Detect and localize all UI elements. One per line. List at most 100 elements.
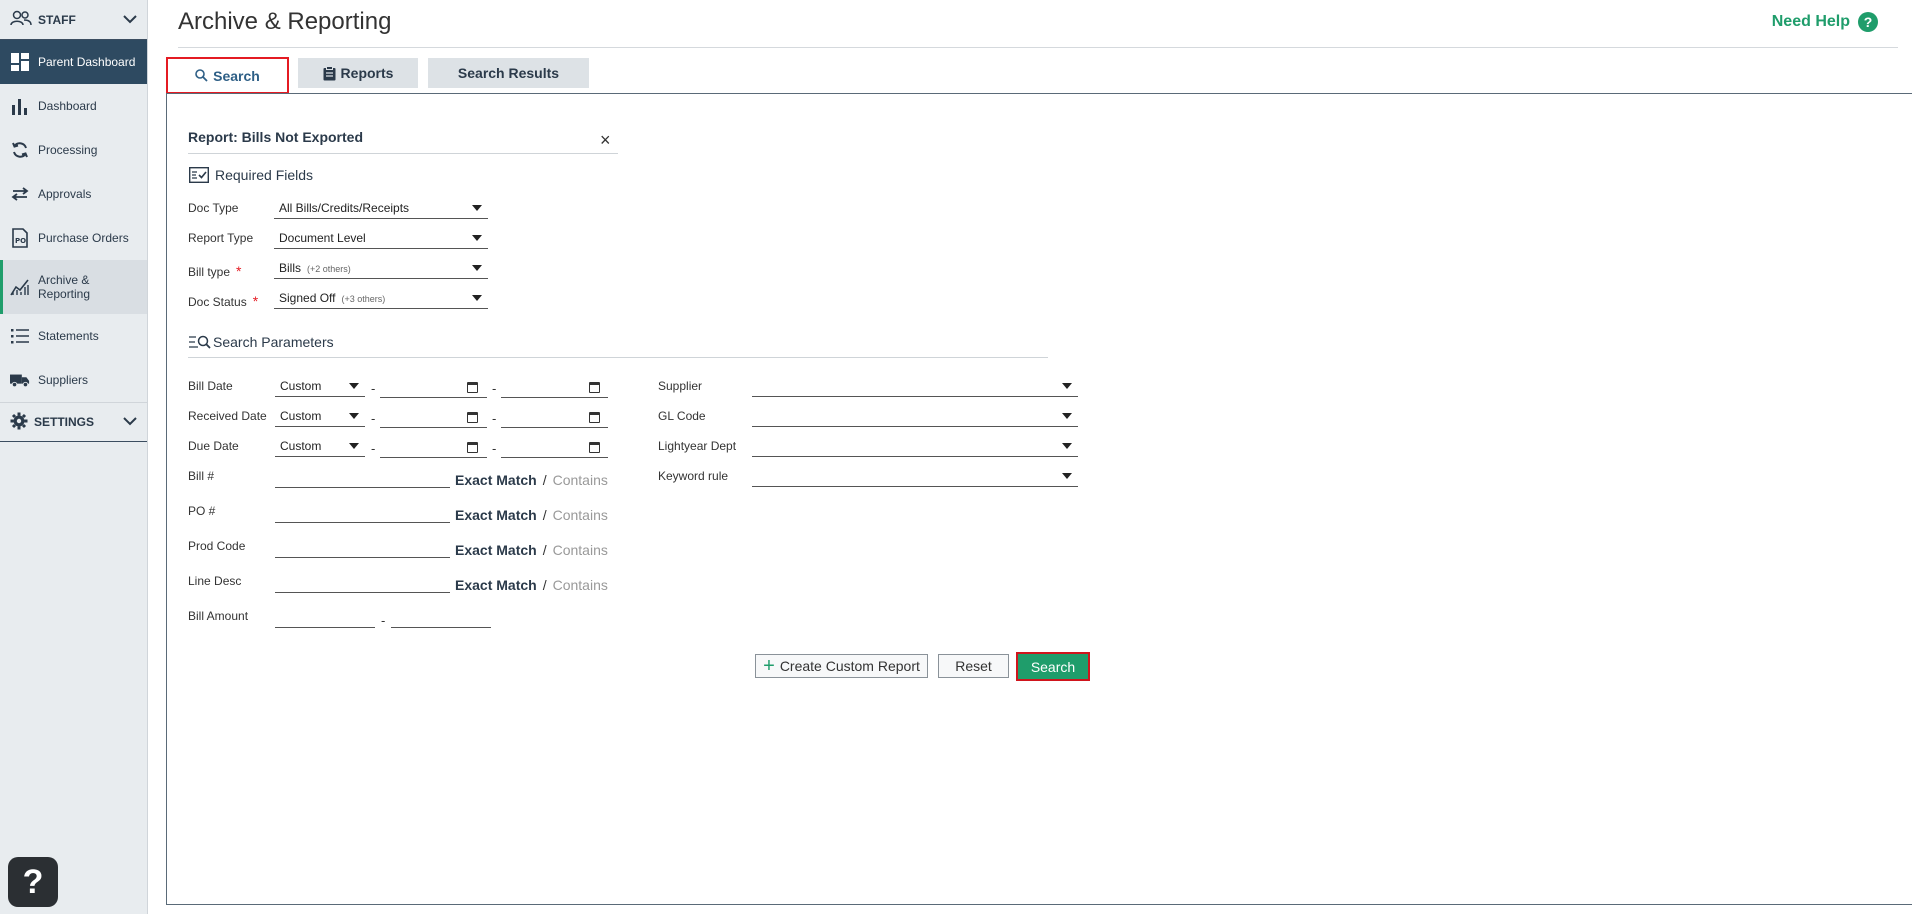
- exact-match-option[interactable]: Exact Match: [455, 472, 537, 488]
- bill-number-input[interactable]: [275, 487, 450, 488]
- bill-date-label: Bill Date: [188, 379, 233, 393]
- calendar-icon[interactable]: [589, 442, 600, 453]
- create-custom-report-button[interactable]: + Create Custom Report: [755, 654, 928, 678]
- header-divider: [178, 47, 1898, 48]
- due-date-from-input[interactable]: [380, 457, 487, 458]
- bill-date-from-input[interactable]: [380, 397, 487, 398]
- caret-down-icon: [349, 382, 359, 389]
- select-value-text: Signed Off: [279, 290, 336, 305]
- select-value: Document Level: [279, 230, 366, 245]
- tab-search[interactable]: Search: [166, 57, 289, 94]
- tab-label: Reports: [340, 65, 394, 81]
- plus-icon: +: [763, 655, 775, 677]
- caret-down-icon: [472, 204, 482, 211]
- search-button[interactable]: Search: [1016, 652, 1090, 681]
- required-marker: *: [252, 293, 259, 309]
- search-label: Search: [1030, 658, 1076, 675]
- calendar-icon[interactable]: [467, 382, 478, 393]
- line-chart-icon: [10, 277, 30, 297]
- exact-match-option[interactable]: Exact Match: [455, 507, 537, 523]
- help-fab-button[interactable]: ?: [8, 857, 58, 907]
- users-icon: [10, 10, 32, 29]
- select-value: All Bills/Credits/Receipts: [279, 200, 410, 215]
- supplier-select[interactable]: [752, 375, 1078, 397]
- keyword-rule-select[interactable]: [752, 465, 1078, 487]
- doc-status-label: Doc Status *: [188, 293, 258, 309]
- staff-group-toggle[interactable]: STAFF: [0, 0, 147, 40]
- bill-amount-label: Bill Amount: [188, 609, 249, 623]
- lightyear-dept-select[interactable]: [752, 435, 1078, 457]
- received-date-to-input[interactable]: [501, 427, 608, 428]
- bill-amount-min-input[interactable]: [275, 627, 375, 628]
- settings-group-toggle[interactable]: SETTINGS: [0, 402, 147, 442]
- doc-type-select[interactable]: All Bills/Credits/Receipts: [274, 197, 488, 219]
- bill-date-to-input[interactable]: [501, 397, 608, 398]
- range-dash: -: [381, 613, 386, 628]
- prod-code-input[interactable]: [275, 557, 450, 558]
- calendar-icon[interactable]: [589, 412, 600, 423]
- chevron-down-icon: [123, 415, 137, 429]
- tab-reports[interactable]: Reports: [298, 58, 418, 88]
- search-icon: [195, 69, 208, 82]
- select-extra-count: (+2 others): [307, 263, 351, 274]
- match-separator: /: [542, 507, 547, 523]
- search-parameters-heading: Search Parameters: [189, 334, 334, 350]
- settings-label: SETTINGS: [34, 415, 95, 429]
- line-desc-input[interactable]: [275, 592, 450, 593]
- bill-type-select[interactable]: Bills (+2 others): [274, 257, 488, 279]
- sidebar-item-approvals[interactable]: Approvals: [0, 172, 147, 216]
- prod-code-match-toggle: Exact Match / Contains: [455, 542, 608, 558]
- search-list-icon: [189, 334, 211, 350]
- tab-search-results[interactable]: Search Results: [428, 58, 589, 88]
- exact-match-option[interactable]: Exact Match: [455, 542, 537, 558]
- sidebar-item-suppliers[interactable]: Suppliers: [0, 358, 147, 402]
- calendar-icon[interactable]: [467, 412, 478, 423]
- bill-amount-max-input[interactable]: [391, 627, 491, 628]
- due-date-range-select[interactable]: Custom: [275, 435, 365, 457]
- caret-down-icon: [472, 234, 482, 241]
- bill-type-label: Bill type *: [188, 263, 241, 279]
- sidebar-item-label: Processing: [38, 143, 98, 157]
- sidebar-item-purchase-orders[interactable]: PO Purchase Orders: [0, 216, 147, 260]
- sidebar-item-statements[interactable]: Statements: [0, 314, 147, 358]
- contains-option[interactable]: Contains: [553, 577, 608, 593]
- select-value: Custom: [280, 408, 322, 423]
- sidebar-item-processing[interactable]: Processing: [0, 128, 147, 172]
- reset-button[interactable]: Reset: [938, 654, 1009, 678]
- report-type-select[interactable]: Document Level: [274, 227, 488, 249]
- doc-status-select[interactable]: Signed Off (+3 others): [274, 287, 488, 309]
- due-date-to-input[interactable]: [501, 457, 608, 458]
- contains-option[interactable]: Contains: [553, 507, 608, 523]
- bill-number-label: Bill #: [188, 469, 215, 483]
- gl-code-select[interactable]: [752, 405, 1078, 427]
- close-icon[interactable]: ×: [600, 130, 611, 151]
- params-divider: [188, 357, 1048, 358]
- sidebar-item-archive-reporting[interactable]: Archive & Reporting: [0, 260, 147, 314]
- create-custom-report-label: Create Custom Report: [779, 658, 920, 674]
- sidebar-item-dashboard[interactable]: Dashboard: [0, 84, 147, 128]
- line-desc-match-toggle: Exact Match / Contains: [455, 577, 608, 593]
- calendar-icon[interactable]: [467, 442, 478, 453]
- po-number-input[interactable]: [275, 522, 450, 523]
- select-value: Signed Off (+3 others): [279, 291, 472, 305]
- sidebar-item-label: Archive & Reporting: [38, 273, 90, 301]
- gl-code-label: GL Code: [658, 409, 706, 423]
- received-date-label: Received Date: [188, 409, 267, 423]
- required-marker: *: [236, 263, 242, 279]
- received-date-range-select[interactable]: Custom: [275, 405, 365, 427]
- report-title: Report: Bills Not Exported: [188, 129, 364, 145]
- sidebar-item-parent-dashboard[interactable]: Parent Dashboard: [0, 40, 147, 84]
- list-icon: [10, 326, 30, 346]
- contains-option[interactable]: Contains: [553, 472, 608, 488]
- need-help-link[interactable]: Need Help ?: [1772, 12, 1878, 32]
- calendar-icon[interactable]: [589, 382, 600, 393]
- exact-match-option[interactable]: Exact Match: [455, 577, 537, 593]
- svg-text:PO: PO: [15, 237, 26, 245]
- caret-down-icon: [1062, 382, 1072, 389]
- bill-date-range-select[interactable]: Custom: [275, 375, 365, 397]
- received-date-from-input[interactable]: [380, 427, 487, 428]
- bill-number-match-toggle: Exact Match / Contains: [455, 472, 608, 488]
- contains-option[interactable]: Contains: [553, 542, 608, 558]
- chevron-down-icon: [123, 13, 137, 27]
- select-value: Bills (+2 others): [279, 261, 472, 275]
